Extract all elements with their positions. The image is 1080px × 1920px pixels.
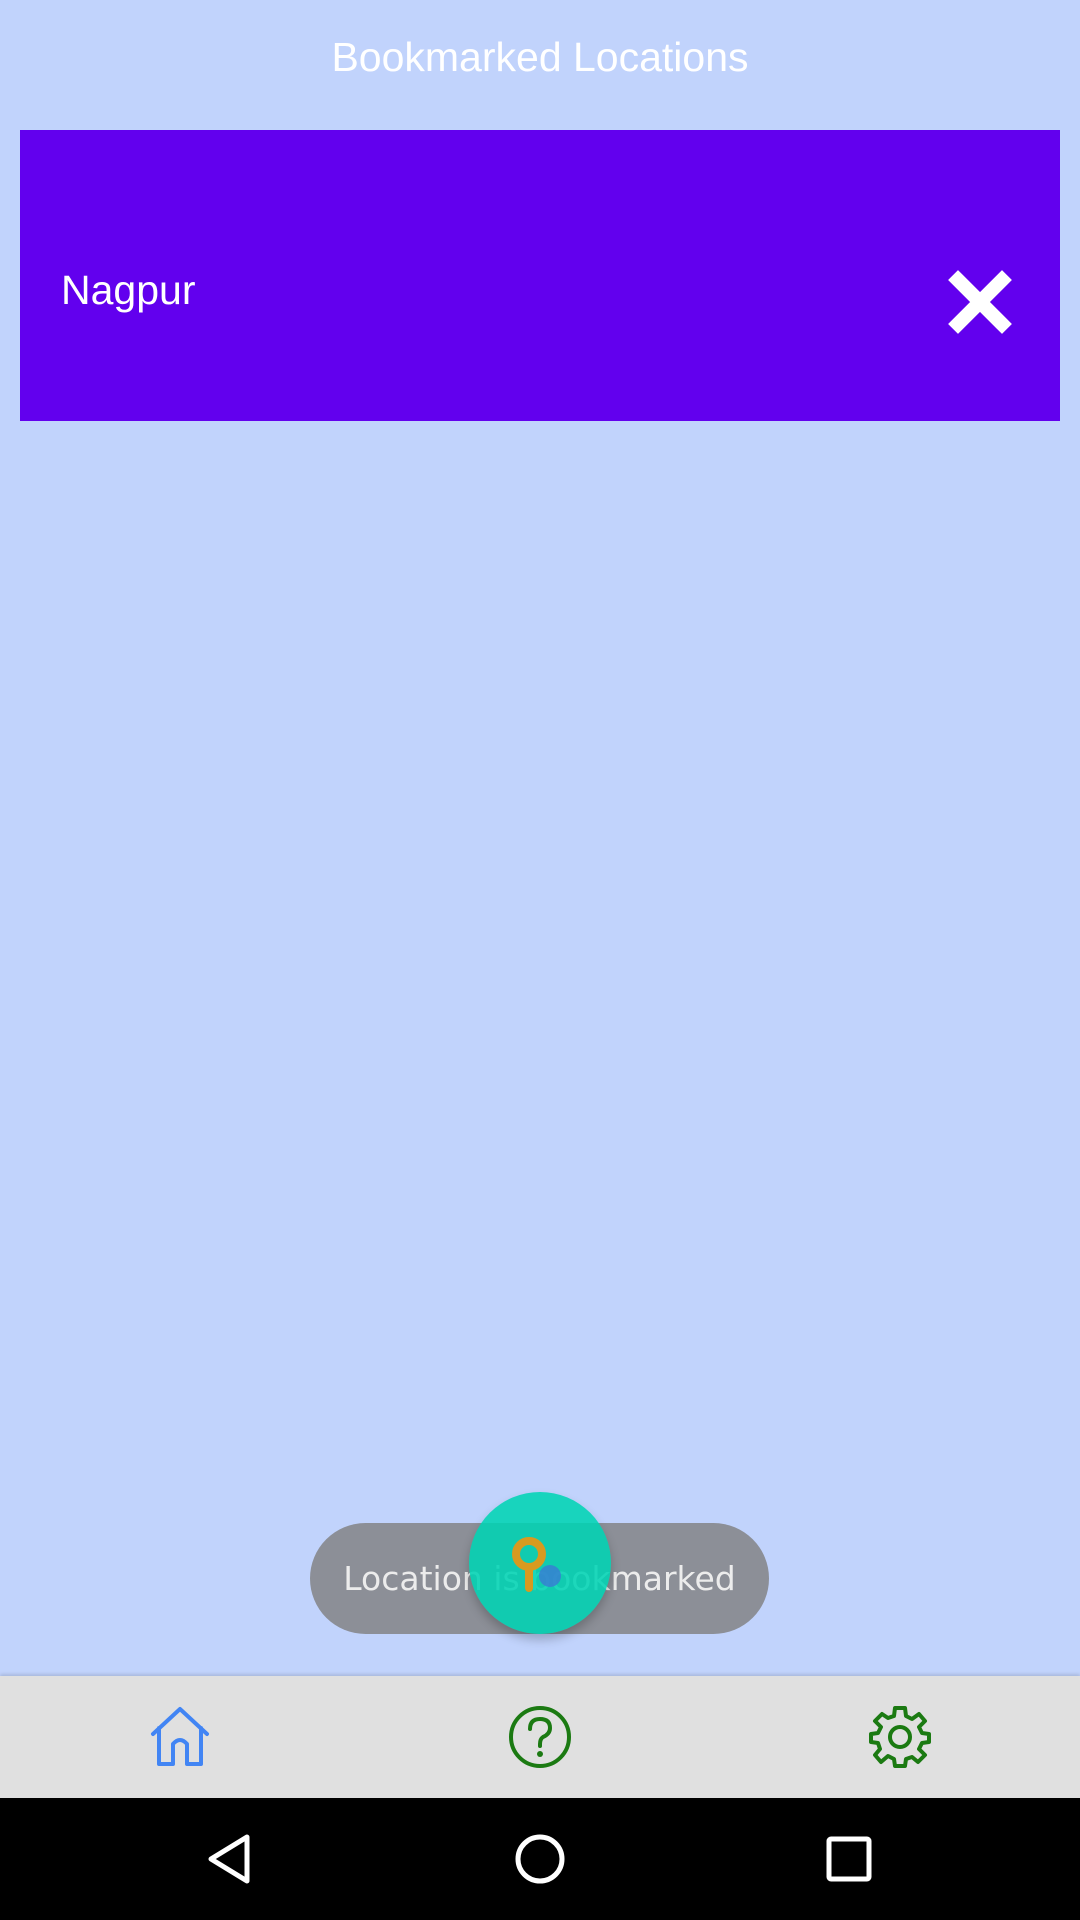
system-navigation-bar: [0, 1798, 1080, 1920]
bookmark-card[interactable]: Nagpur: [20, 130, 1060, 421]
nav-settings-button[interactable]: [720, 1676, 1080, 1798]
system-back-button[interactable]: [166, 1798, 296, 1920]
system-home-button[interactable]: [475, 1798, 605, 1920]
add-location-fab[interactable]: [469, 1492, 611, 1634]
settings-gear-icon: [869, 1706, 931, 1768]
bookmark-location-name: Nagpur: [61, 267, 196, 313]
home-circle-icon: [515, 1834, 565, 1884]
remove-bookmark-button[interactable]: [948, 270, 1012, 334]
back-icon: [208, 1834, 250, 1884]
recents-icon: [826, 1836, 872, 1882]
help-icon: [509, 1706, 571, 1768]
nav-home-button[interactable]: [0, 1676, 360, 1798]
home-icon: [151, 1707, 209, 1766]
location-pin-icon: [512, 1537, 561, 1592]
nav-help-button[interactable]: [360, 1676, 720, 1798]
bottom-navigation-bar: [0, 1676, 1080, 1798]
page-title: Bookmarked Locations: [331, 34, 749, 80]
close-icon: [948, 270, 1012, 334]
system-recents-button[interactable]: [784, 1798, 914, 1920]
